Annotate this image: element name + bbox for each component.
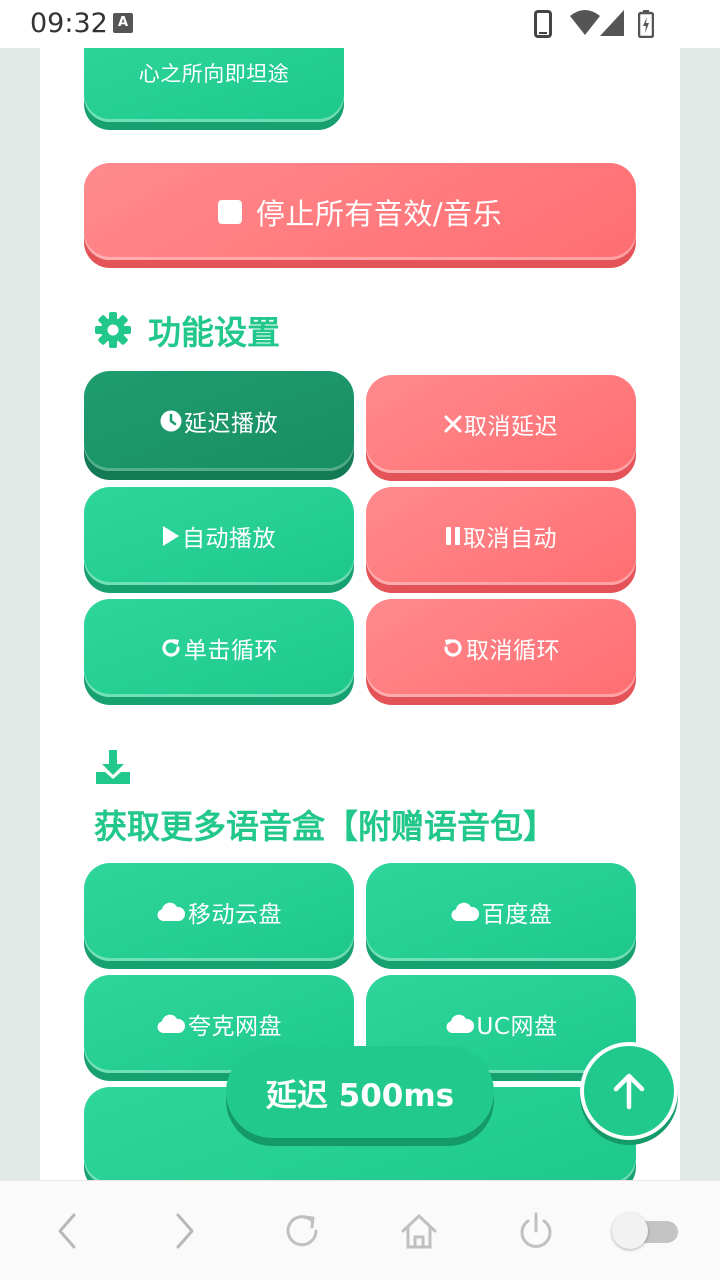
delay-play-button[interactable]: 延迟播放 (84, 371, 354, 471)
signal-icon (600, 10, 624, 40)
cloud-icon (156, 902, 186, 922)
scroll-top-button[interactable] (580, 1042, 678, 1140)
phone-icon (534, 10, 552, 42)
status-bar: 09:32 A (0, 0, 720, 48)
cloud-icon (156, 1014, 186, 1034)
home-icon[interactable] (397, 1209, 441, 1253)
stop-all-button[interactable]: 停止所有音效/音乐 (84, 163, 636, 260)
download-title-text: 获取更多语音盒【附赠语音包】 (94, 807, 556, 846)
forward-icon[interactable] (162, 1209, 206, 1253)
wifi-icon (570, 10, 600, 40)
uc-pan-label: UC网盘 (476, 1014, 558, 1040)
refresh-icon[interactable] (280, 1209, 324, 1253)
baidu-pan-label: 百度盘 (481, 902, 553, 928)
quark-pan-label: 夸克网盘 (188, 1014, 282, 1040)
text-badge-icon: A (113, 13, 133, 33)
clock-icon (160, 410, 182, 432)
cancel-loop-label: 取消循环 (466, 638, 560, 664)
cancel-auto-button[interactable]: 取消自动 (366, 487, 636, 585)
close-icon (444, 415, 462, 433)
sound-button-label: 心之所向即坦途 (138, 62, 290, 86)
power-icon[interactable] (514, 1209, 558, 1253)
delay-indicator[interactable]: 延迟 500ms (226, 1046, 494, 1138)
pause-icon (445, 526, 461, 546)
stop-all-label: 停止所有音效/音乐 (255, 196, 503, 231)
sound-button[interactable]: 心之所向即坦途 (84, 48, 344, 122)
cloud-icon (450, 902, 480, 922)
content-card: 心之所向即坦途 停止所有音效/音乐 功能设置 延迟播放 取消延迟 自动播放 取消… (40, 48, 680, 1180)
cancel-delay-label: 取消延迟 (464, 414, 558, 440)
arrow-up-icon (612, 1072, 646, 1110)
baidu-pan-button[interactable]: 百度盘 (366, 863, 636, 961)
download-icon (94, 748, 132, 790)
auto-play-button[interactable]: 自动播放 (84, 487, 354, 585)
play-icon (162, 525, 180, 547)
back-icon[interactable] (46, 1209, 90, 1253)
mobile-cloud-button[interactable]: 移动云盘 (84, 863, 354, 961)
status-time: 09:32 (30, 8, 108, 39)
stop-icon (217, 199, 242, 224)
cancel-delay-button[interactable]: 取消延迟 (366, 375, 636, 473)
delay-play-label: 延迟播放 (184, 411, 278, 437)
cancel-loop-button[interactable]: 取消循环 (366, 599, 636, 697)
battery-icon (637, 10, 655, 42)
cloud-icon (445, 1014, 475, 1034)
undo-icon (442, 637, 464, 659)
redo-icon (160, 637, 182, 659)
settings-section-title: 功能设置 (94, 306, 280, 354)
cancel-auto-label: 取消自动 (463, 526, 557, 552)
bottom-toolbar (0, 1180, 720, 1280)
click-loop-button[interactable]: 单击循环 (84, 599, 354, 697)
download-section-title: 获取更多语音盒【附赠语音包】 (94, 800, 556, 848)
auto-play-label: 自动播放 (182, 526, 276, 552)
delay-indicator-label: 延迟 500ms (265, 1077, 455, 1114)
click-loop-label: 单击循环 (184, 638, 278, 664)
settings-title-text: 功能设置 (148, 313, 280, 352)
mode-toggle[interactable] (612, 1213, 678, 1249)
mobile-cloud-label: 移动云盘 (188, 902, 282, 928)
gear-icon (94, 311, 132, 349)
